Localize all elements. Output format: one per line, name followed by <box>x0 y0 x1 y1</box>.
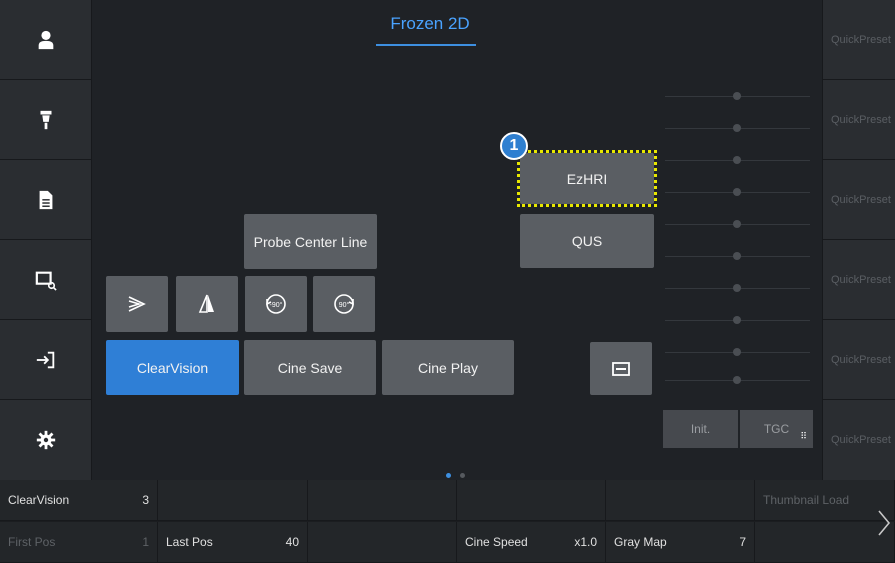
page-dot-active[interactable] <box>446 473 451 478</box>
tgc-slider-area <box>665 80 815 400</box>
nav-settings[interactable] <box>0 400 92 480</box>
tgc-slider-4[interactable] <box>733 188 741 196</box>
grid-icon: ⠿ <box>800 431 807 441</box>
param-value: 40 <box>285 535 299 549</box>
tgc-slider-9[interactable] <box>733 348 741 356</box>
flip-horizontal-button[interactable] <box>106 276 168 332</box>
tgc-slider-2[interactable] <box>733 124 741 132</box>
flip-vertical-button[interactable] <box>176 276 238 332</box>
exit-icon <box>36 351 55 368</box>
patient-icon <box>38 30 54 49</box>
param-label: Thumbnail Load <box>763 493 850 507</box>
rotate-minus-90-button[interactable]: -90° <box>245 276 307 332</box>
param-empty[interactable] <box>606 480 755 521</box>
tgc-slider-8[interactable] <box>733 316 741 324</box>
param-value: x1.0 <box>574 535 597 549</box>
nav-patient[interactable] <box>0 0 92 80</box>
quick-preset-2[interactable]: QuickPreset <box>823 80 895 160</box>
quick-preset-6[interactable]: QuickPreset <box>823 400 895 480</box>
svg-text:-90°: -90° <box>270 301 283 309</box>
caption-icon <box>612 361 630 376</box>
tgc-button[interactable]: TGC ⠿ <box>740 410 813 448</box>
cine-play-button[interactable]: Cine Play <box>382 340 514 395</box>
tgc-slider-10[interactable] <box>733 376 741 384</box>
param-last-pos[interactable]: Last Pos 40 <box>158 522 308 563</box>
callout-badge: 1 <box>500 132 528 160</box>
param-gray-map[interactable]: Gray Map 7 <box>606 522 755 563</box>
page-title[interactable]: Frozen 2D <box>360 14 500 34</box>
init-button[interactable]: Init. <box>663 410 738 448</box>
rotate-cw-90-icon: 90° <box>334 294 354 314</box>
param-label: Cine Speed <box>465 535 528 549</box>
param-value: 3 <box>142 493 149 507</box>
svg-text:90°: 90° <box>339 301 350 309</box>
left-nav <box>0 0 92 480</box>
nav-exit[interactable] <box>0 320 92 400</box>
caption-button[interactable] <box>590 342 652 395</box>
tgc-slider-7[interactable] <box>733 284 741 292</box>
quick-preset-4[interactable]: QuickPreset <box>823 240 895 320</box>
tgc-label: TGC <box>763 422 790 436</box>
clearvision-button[interactable]: ClearVision <box>106 340 239 395</box>
ezhri-button[interactable]: EzHRI <box>520 153 654 204</box>
param-cine-speed[interactable]: Cine Speed x1.0 <box>457 522 606 563</box>
nav-probe[interactable] <box>0 80 92 160</box>
report-icon <box>39 190 53 209</box>
nav-report[interactable] <box>0 160 92 240</box>
cine-save-button[interactable]: Cine Save <box>244 340 376 395</box>
rotate-ccw-90-icon: -90° <box>266 294 286 314</box>
param-first-pos[interactable]: First Pos 1 <box>0 522 158 563</box>
settings-icon <box>36 430 56 450</box>
page-dot[interactable] <box>460 473 466 478</box>
param-empty[interactable] <box>308 480 457 521</box>
param-label: Last Pos <box>166 535 213 549</box>
review-icon <box>35 271 57 291</box>
parameter-bar: ClearVision 3 Thumbnail Load First Pos 1… <box>0 480 895 563</box>
tgc-slider-6[interactable] <box>733 252 741 260</box>
quick-preset-panel: QuickPreset QuickPreset QuickPreset Quic… <box>822 0 895 480</box>
param-empty[interactable] <box>308 522 457 563</box>
param-label: First Pos <box>8 535 56 549</box>
quick-preset-3[interactable]: QuickPreset <box>823 160 895 240</box>
param-clearvision[interactable]: ClearVision 3 <box>0 480 158 521</box>
quick-preset-5[interactable]: QuickPreset <box>823 320 895 400</box>
param-empty[interactable] <box>457 480 606 521</box>
qus-button[interactable]: QUS <box>520 214 654 268</box>
flip-vertical-icon <box>198 294 214 313</box>
param-label: Gray Map <box>614 535 667 549</box>
tgc-slider-1[interactable] <box>733 92 741 100</box>
param-value: 7 <box>739 535 746 549</box>
probe-icon <box>40 110 52 129</box>
param-value: 1 <box>142 535 149 549</box>
tgc-slider-3[interactable] <box>733 156 741 164</box>
nav-review[interactable] <box>0 240 92 320</box>
title-underline <box>376 44 476 46</box>
flip-horizontal-icon <box>128 296 146 312</box>
quick-preset-1[interactable]: QuickPreset <box>823 0 895 80</box>
param-label: ClearVision <box>8 493 70 507</box>
probe-center-line-button[interactable]: Probe Center Line <box>244 214 377 269</box>
rotate-90-button[interactable]: 90° <box>313 276 375 332</box>
param-empty[interactable] <box>158 480 308 521</box>
tgc-slider-5[interactable] <box>733 220 741 228</box>
next-page-chevron-icon[interactable] <box>873 508 895 538</box>
